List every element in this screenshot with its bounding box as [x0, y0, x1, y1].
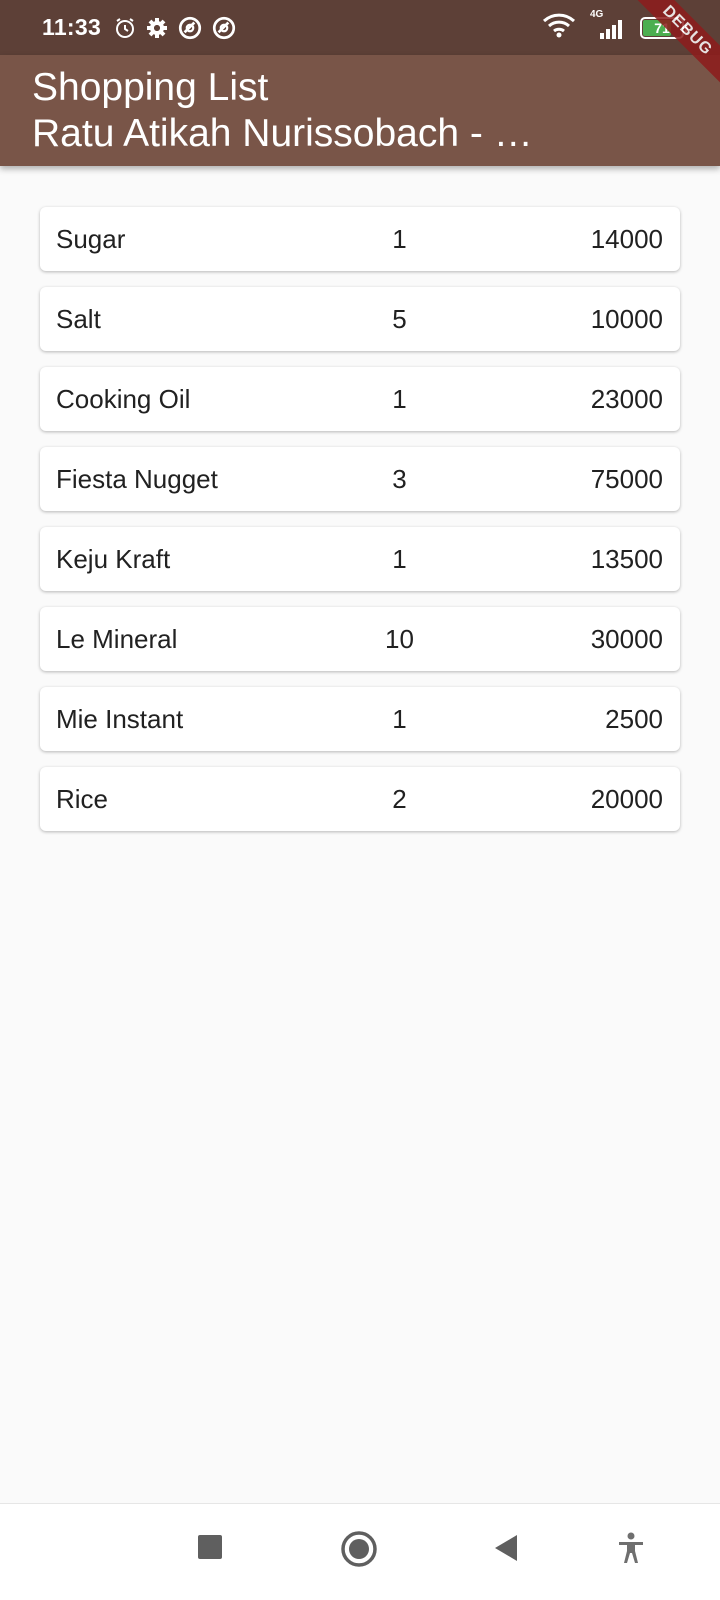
item-quantity: 3 [392, 463, 407, 494]
list-item[interactable]: Cooking Oil 1 23000 [40, 367, 680, 431]
item-quantity: 10 [385, 623, 414, 654]
wifi-icon [542, 12, 576, 43]
item-price: 23000 [590, 383, 663, 414]
item-name: Cooking Oil [56, 383, 191, 414]
no-disturb-icon-2 [211, 15, 237, 41]
item-quantity: 1 [392, 543, 407, 574]
item-name: Fiesta Nugget [56, 463, 218, 494]
accessibility-icon[interactable] [617, 1532, 645, 1569]
item-price: 2500 [605, 703, 663, 734]
shopping-list: Sugar 1 14000 Salt 5 10000 Cooking Oil 1… [40, 207, 680, 847]
navigation-bar [0, 1503, 720, 1600]
list-item[interactable]: Salt 5 10000 [40, 287, 680, 351]
status-bar: 11:33 4G 71 [0, 0, 720, 55]
list-item[interactable]: Rice 2 20000 [40, 767, 680, 831]
signal-icon: 4G [588, 9, 628, 41]
item-price: 30000 [590, 623, 663, 654]
screen: 11:33 4G 71 DEBUG Shopping List Ratu Ati… [0, 0, 720, 1600]
list-item[interactable]: Le Mineral 10 30000 [40, 607, 680, 671]
alarm-icon [113, 16, 137, 40]
app-bar: Shopping List Ratu Atikah Nurissobach - … [0, 55, 720, 166]
item-name: Mie Instant [56, 703, 184, 734]
item-quantity: 1 [392, 703, 407, 734]
item-price: 13500 [590, 543, 663, 574]
item-quantity: 2 [392, 783, 407, 814]
home-circle-icon[interactable] [340, 1530, 378, 1573]
list-item[interactable]: Sugar 1 14000 [40, 207, 680, 271]
item-price: 20000 [590, 783, 663, 814]
item-name: Salt [56, 303, 101, 334]
item-quantity: 5 [392, 303, 407, 334]
back-triangle-icon[interactable] [493, 1534, 519, 1567]
app-subtitle: Ratu Atikah Nurissobach - … [32, 112, 533, 155]
app-title: Shopping List [32, 66, 269, 109]
gear-icon [145, 16, 169, 40]
item-quantity: 1 [392, 383, 407, 414]
status-time: 11:33 [42, 14, 102, 40]
item-name: Keju Kraft [56, 543, 171, 574]
item-name: Sugar [56, 223, 126, 254]
status-icons-left [113, 15, 237, 41]
item-price: 14000 [590, 223, 663, 254]
list-item[interactable]: Mie Instant 1 2500 [40, 687, 680, 751]
list-item[interactable]: Keju Kraft 1 13500 [40, 527, 680, 591]
recents-square-icon[interactable] [197, 1534, 223, 1565]
item-price: 10000 [590, 303, 663, 334]
item-quantity: 1 [392, 223, 407, 254]
no-disturb-icon [177, 15, 203, 41]
item-price: 75000 [590, 463, 663, 494]
item-name: Rice [56, 783, 109, 814]
item-name: Le Mineral [56, 623, 178, 654]
list-item[interactable]: Fiesta Nugget 3 75000 [40, 447, 680, 511]
